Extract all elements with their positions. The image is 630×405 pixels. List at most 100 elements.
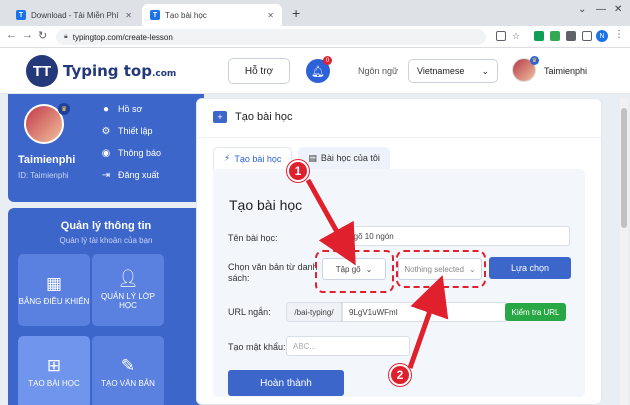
- tab-label: Bài học của tôi: [320, 153, 380, 163]
- plus-box-icon: +: [213, 111, 227, 123]
- lesson-name-input[interactable]: n gõ 10 ngón: [340, 226, 570, 246]
- form-title: Tạo bài học: [229, 197, 303, 213]
- tile-label: BẢNG ĐIỀU KHIỂN: [18, 296, 90, 306]
- short-url-input[interactable]: 9LgV1uWFmI: [342, 302, 506, 322]
- page-title: + Tạo bài học: [213, 111, 292, 123]
- browser-tab-download[interactable]: T Download - Tải Miễn Phí VN - Ph ✕: [8, 4, 140, 26]
- bolt-icon: ⚡︎: [224, 153, 231, 163]
- annotation-box-1: [315, 250, 394, 293]
- profile-menu: ● Hồ sơ ⚙ Thiết lập ◉ Thông báo ⇥ Đăng xuất: [100, 98, 200, 186]
- management-title: Quản lý thông tin: [60, 220, 152, 232]
- tile-dashboard[interactable]: ▦ BẢNG ĐIỀU KHIỂN: [18, 254, 90, 326]
- address-bar: ← → ↻ 🔒︎ typingtop.com/create-lesson ☆ N…: [0, 26, 630, 48]
- password-placeholder: ABC...: [293, 341, 317, 351]
- close-icon[interactable]: ✕: [125, 11, 132, 20]
- tab-label: Download - Tải Miễn Phí VN - Ph: [31, 10, 120, 20]
- url-prefix: /bai-typing/: [286, 302, 342, 322]
- tab-my-lessons[interactable]: ▤ Bài học của tôi: [298, 147, 390, 169]
- tab-favicon-icon: T: [150, 10, 160, 20]
- tile-manage-class[interactable]: 👤︎ QUẢN LÝ LỚP HỌC: [92, 254, 164, 326]
- user-icon: ●: [102, 103, 110, 115]
- tile-label: TẠO VĂN BẢN: [101, 378, 155, 388]
- tab-create-lesson[interactable]: ⚡︎ Tạo bài học: [213, 147, 293, 169]
- lesson-name-label: Tên bài học:: [228, 233, 278, 243]
- share-icon[interactable]: [496, 31, 506, 41]
- tab-favicon-icon: T: [16, 10, 26, 20]
- pencil-icon: ✎: [120, 355, 136, 375]
- language-value: Vietnamese: [417, 66, 465, 76]
- forward-icon[interactable]: →: [22, 29, 33, 41]
- crown-icon: ♛: [530, 56, 539, 65]
- annotation-box-2: [396, 250, 486, 288]
- logo-icon[interactable]: TT: [26, 55, 58, 87]
- language-select[interactable]: Vietnamese ⌄: [408, 59, 498, 83]
- browser-tab-create-lesson[interactable]: T Tạo bài học ✕: [142, 4, 282, 26]
- submit-button[interactable]: Hoàn thành: [228, 370, 344, 396]
- grid-icon: ▦: [45, 273, 63, 293]
- password-label: Tạo mật khẩu:: [228, 342, 286, 352]
- puzzle-icon[interactable]: [566, 31, 576, 41]
- management-subtitle: Quản lý tài khoản của bạn: [59, 236, 153, 245]
- book-icon: ▤: [308, 152, 317, 163]
- short-url-label: URL ngắn:: [228, 307, 271, 317]
- language-label: Ngôn ngữ: [358, 66, 399, 76]
- menu-item-label: Đăng xuất: [118, 170, 160, 180]
- notification-count: 0: [323, 56, 332, 65]
- back-icon[interactable]: ←: [6, 29, 17, 41]
- menu-item-label: Thiết lập: [118, 126, 153, 136]
- new-tab-button[interactable]: +: [292, 5, 300, 21]
- extension-icon[interactable]: [550, 31, 560, 41]
- short-url-value: 9LgV1uWFmI: [349, 307, 398, 317]
- logo-name: Typing top: [63, 62, 152, 80]
- menu-item-profile[interactable]: ● Hồ sơ: [100, 98, 200, 120]
- profile-avatar[interactable]: N: [596, 30, 608, 42]
- management-card: Quản lý thông tin Quản lý tài khoản của …: [8, 208, 204, 405]
- close-window-icon[interactable]: ✕: [614, 4, 622, 15]
- tile-label: TẠO BÀI HỌC: [28, 378, 80, 388]
- menu-item-notifications[interactable]: ◉ Thông báo: [100, 142, 200, 164]
- header-username[interactable]: Taimienphi: [544, 66, 587, 76]
- scrollbar-thumb[interactable]: [621, 108, 627, 228]
- menu-item-label: Thông báo: [118, 148, 162, 158]
- crown-icon: ♛: [58, 103, 70, 115]
- tab-label: Tạo bài học: [234, 153, 282, 164]
- annotation-step-2: 2: [389, 364, 411, 386]
- logout-icon: ⇥: [101, 169, 111, 181]
- tab-label: Tạo bài học: [165, 10, 207, 20]
- chevron-down-icon[interactable]: ⌄: [578, 4, 586, 15]
- site-header: TT Typing top.com Hỗ trợ 🔔︎ 0 Ngôn ngữ V…: [0, 48, 630, 94]
- plus-box-icon: ⊞: [46, 355, 62, 375]
- annotation-step-1: 1: [287, 160, 309, 182]
- page-title-text: Tạo bài học: [235, 111, 293, 123]
- password-input[interactable]: ABC...: [286, 336, 410, 356]
- more-icon[interactable]: ⋮: [614, 29, 624, 40]
- close-icon[interactable]: ✕: [267, 11, 274, 20]
- chevron-down-icon: ⌄: [481, 65, 489, 76]
- minimize-icon[interactable]: —: [596, 4, 606, 15]
- bell-icon: ◉: [101, 147, 111, 159]
- logo-text[interactable]: Typing top.com: [63, 62, 176, 80]
- users-gear-icon: 👤︎: [117, 269, 139, 288]
- star-icon[interactable]: ☆: [512, 31, 522, 41]
- sidepanel-icon[interactable]: [582, 31, 592, 41]
- reload-icon[interactable]: ↻: [38, 29, 47, 42]
- profile-id: ID: Taimienphi: [18, 171, 69, 180]
- menu-item-label: Hồ sơ: [118, 104, 143, 114]
- profile-name: Taimienphi: [18, 154, 76, 166]
- tile-label: QUẢN LÝ LỚP HỌC: [101, 292, 155, 310]
- menu-item-logout[interactable]: ⇥ Đăng xuất: [100, 164, 200, 186]
- logo-suffix: .com: [151, 69, 177, 79]
- profile-card: ♛ Taimienphi ID: Taimienphi ● Hồ sơ ⚙ Thiế…: [8, 94, 204, 202]
- tile-create-text[interactable]: ✎ TẠO VĂN BẢN: [92, 336, 164, 405]
- check-url-button[interactable]: Kiểm tra URL: [505, 303, 566, 321]
- lesson-name-value: n gõ 10 ngón: [347, 231, 394, 241]
- choose-button[interactable]: Lựa chọn: [489, 257, 571, 279]
- url-text: typingtop.com/create-lesson: [72, 32, 173, 42]
- url-input[interactable]: 🔒︎ typingtop.com/create-lesson: [56, 29, 486, 45]
- extension-icon[interactable]: [534, 31, 544, 41]
- choose-text-label: Chọn văn bản từ danh sách:: [228, 262, 318, 283]
- tile-create-lesson[interactable]: ⊞ TẠO BÀI HỌC: [18, 336, 90, 405]
- menu-item-settings[interactable]: ⚙ Thiết lập: [100, 120, 200, 142]
- support-button[interactable]: Hỗ trợ: [228, 58, 290, 84]
- gear-icon: ⚙: [101, 125, 111, 137]
